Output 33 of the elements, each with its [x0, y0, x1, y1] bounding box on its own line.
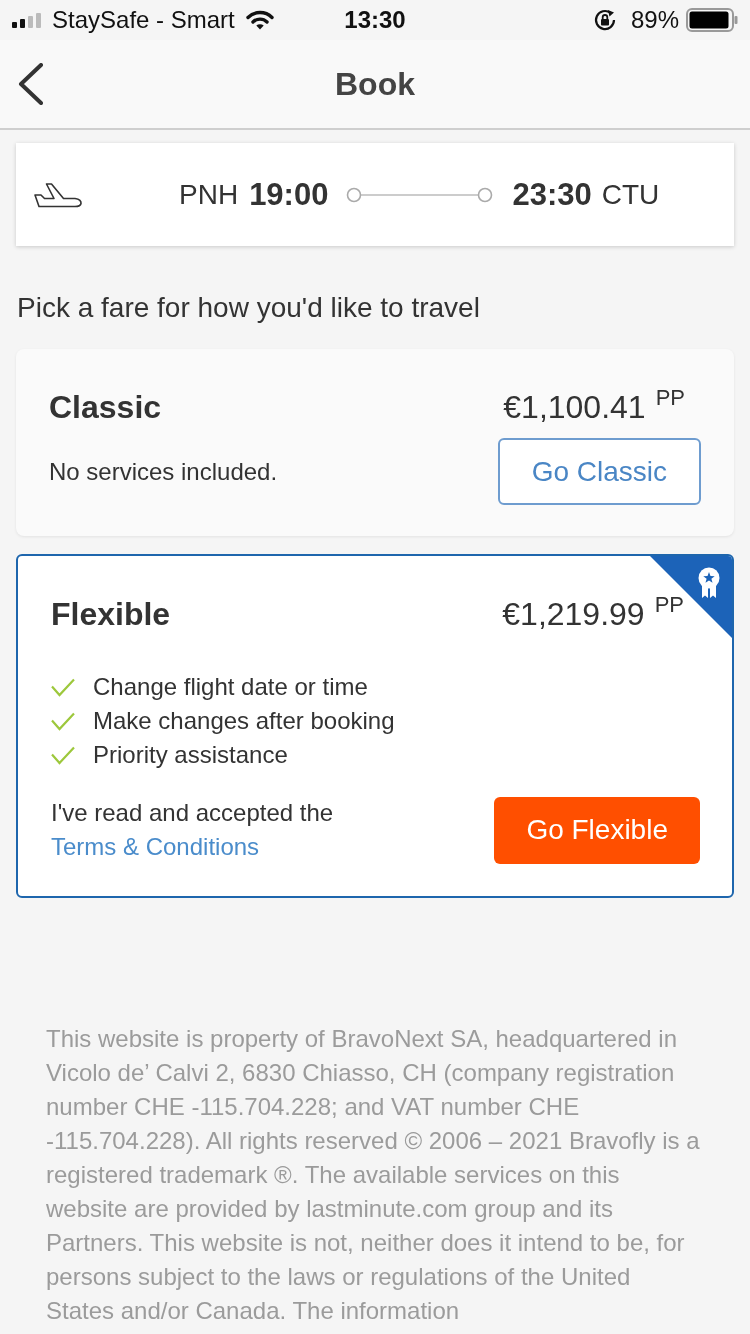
terms-text: I've read and accepted the Terms & Conditions: [51, 798, 335, 862]
battery-icon: [686, 8, 738, 32]
wifi-icon: [245, 10, 274, 30]
feature-text: Make changes after booking: [93, 707, 395, 735]
fare-name: Flexible: [51, 595, 172, 634]
feature-text: Priority assistance: [93, 741, 288, 769]
battery-percentage: 89%: [630, 6, 679, 34]
page-title: Book: [335, 65, 415, 103]
price-unit: PP: [655, 386, 685, 410]
terms-link[interactable]: Terms & Conditions: [51, 833, 260, 860]
fare-price: €1,100.41: [503, 388, 646, 427]
arrival-time: 23:30: [512, 176, 592, 213]
fare-price: €1,219.99: [502, 595, 645, 634]
origin-code: PNH: [179, 178, 239, 211]
price-unit: PP: [654, 593, 684, 617]
fare-button[interactable]: Go Flexible: [494, 796, 700, 864]
fare-description: No services included.: [49, 456, 279, 487]
check-icon: [51, 745, 75, 765]
legal-text: This website is property of BravoNext SA, headquartered in Vicolo de’ Calvi 2, 6830 Chiasso, CH (company registration number CHE -115.704.228; and VAT number CHE -115.704.228). All rights reserved © 2006 – 2021 Bravofly is a registered trademark ®. The available services on this website are provided by lastminute.com group and its Partners. This website is not, neither does it intend to be, for persons subject to the laws or regulations of the United States and/or Canada. The information: [46, 1024, 701, 1326]
route-line-icon: [346, 186, 494, 203]
destination-code: CTU: [601, 178, 660, 211]
chevron-left-icon: [18, 63, 44, 105]
check-icon: [51, 677, 75, 697]
check-icon: [51, 711, 75, 731]
fare-button[interactable]: Go Classic: [497, 438, 701, 505]
fare-name: Classic: [49, 388, 163, 427]
section-heading: Pick a fare for how you'd like to travel: [17, 291, 481, 325]
departure-time: 19:00: [249, 176, 329, 213]
rotation-lock-icon: [592, 8, 617, 32]
carrier-name: StaySafe - Smart: [52, 6, 235, 34]
feature-text: Change flight date or time: [93, 673, 368, 701]
airplane-icon: [33, 181, 83, 208]
clock-time: 13:30: [344, 6, 406, 34]
